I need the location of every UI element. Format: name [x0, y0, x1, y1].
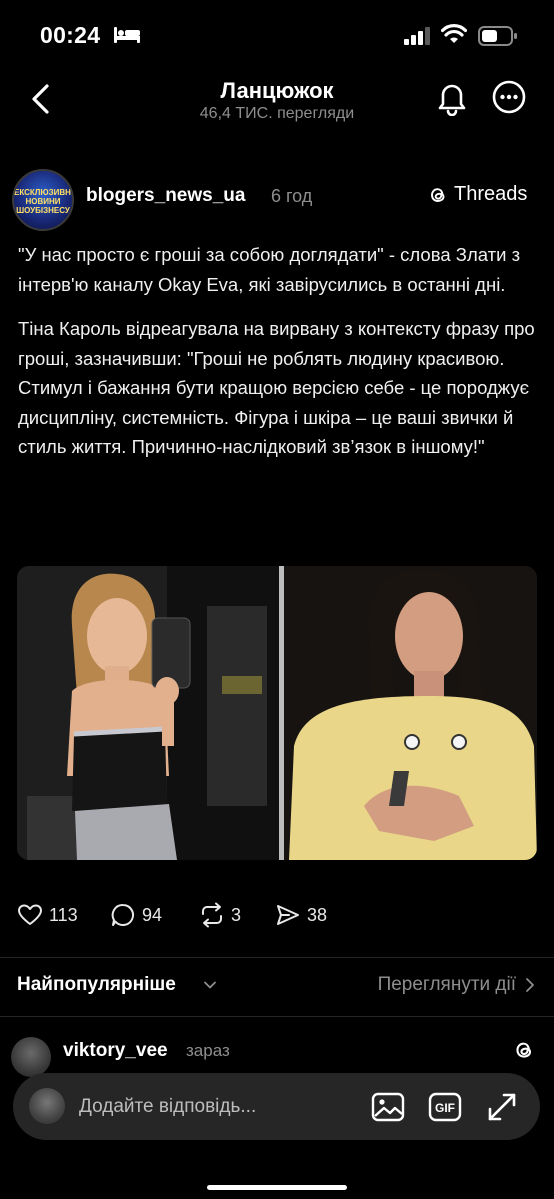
- selfie-photo: [17, 566, 284, 860]
- nav-bar: Ланцюжок 46,4 ТИС. перегляди: [0, 70, 554, 142]
- battery-icon: [478, 26, 517, 46]
- image-icon[interactable]: [371, 1091, 405, 1123]
- post-image-right: [284, 566, 537, 860]
- threads-label: Threads: [454, 183, 528, 205]
- post-body: "У нас просто є гроші за собою доглядати…: [18, 240, 538, 477]
- repost-button[interactable]: 3: [199, 902, 241, 928]
- divider: [0, 1016, 554, 1017]
- sort-dropdown[interactable]: Найпопулярніше: [17, 974, 176, 996]
- repost-icon: [202, 902, 222, 928]
- post-paragraph: "У нас просто є гроші за собою доглядати…: [18, 244, 521, 295]
- home-indicator[interactable]: [207, 1185, 347, 1190]
- threads-icon: [516, 1042, 532, 1058]
- post-paragraph: Тіна Кароль відреагувала на вирвану з ко…: [18, 318, 535, 457]
- gif-label: GIF: [435, 1101, 455, 1115]
- avatar[interactable]: ЕКСКЛЮЗИВНІ НОВИНИ ШОУБІЗНЕСУ: [12, 169, 74, 231]
- page-title: Ланцюжок: [220, 78, 334, 103]
- avatar: [29, 1088, 65, 1124]
- post-image[interactable]: [17, 566, 537, 860]
- chevron-right-icon[interactable]: [523, 977, 537, 993]
- divider: [0, 957, 554, 958]
- replies-header: Найпопулярніше Переглянути дії: [0, 974, 554, 998]
- status-time: 00:24: [40, 22, 101, 48]
- comment-count: 94: [142, 904, 163, 925]
- bed-icon: [114, 27, 140, 43]
- bell-icon[interactable]: [435, 80, 469, 116]
- gif-icon[interactable]: GIF: [428, 1091, 462, 1123]
- more-icon[interactable]: [492, 80, 526, 114]
- heart-icon: [18, 904, 42, 925]
- signal-icon: [404, 27, 430, 45]
- like-count: 113: [49, 904, 78, 925]
- threads-icon: [431, 187, 445, 202]
- chevron-down-icon[interactable]: [202, 977, 218, 993]
- reply-composer: GIF: [13, 1073, 540, 1140]
- post-username[interactable]: blogers_news_ua: [86, 185, 245, 207]
- post-actions: 113 94 3 38: [0, 902, 554, 942]
- expand-icon[interactable]: [485, 1090, 519, 1124]
- post-time: 6 год: [271, 186, 313, 206]
- interview-photo: [284, 566, 537, 860]
- view-activity-link[interactable]: Переглянути дії: [378, 974, 516, 996]
- share-count: 38: [307, 904, 328, 925]
- threads-badge[interactable]: Threads: [427, 183, 527, 206]
- reply-item: viktory_vee зараз: [0, 1037, 554, 1077]
- reply-time: зараз: [186, 1041, 230, 1060]
- reply-username[interactable]: viktory_vee: [63, 1040, 168, 1062]
- send-icon: [277, 905, 299, 925]
- share-button[interactable]: 38: [275, 902, 327, 928]
- avatar[interactable]: [11, 1037, 51, 1077]
- views-count: 46,4 ТИС. перегляди: [199, 105, 355, 122]
- repost-count: 3: [231, 904, 242, 925]
- comment-icon: [111, 903, 134, 926]
- comment-button[interactable]: 94: [110, 902, 162, 928]
- like-button[interactable]: 113: [17, 902, 78, 928]
- wifi-icon: [441, 24, 467, 43]
- post-image-left: [17, 566, 284, 860]
- status-bar: 00:24: [0, 0, 554, 70]
- avatar-logo-text: ЕКСКЛЮЗИВНІ НОВИНИ ШОУБІЗНЕСУ: [14, 188, 74, 215]
- reply-input[interactable]: [79, 1094, 339, 1120]
